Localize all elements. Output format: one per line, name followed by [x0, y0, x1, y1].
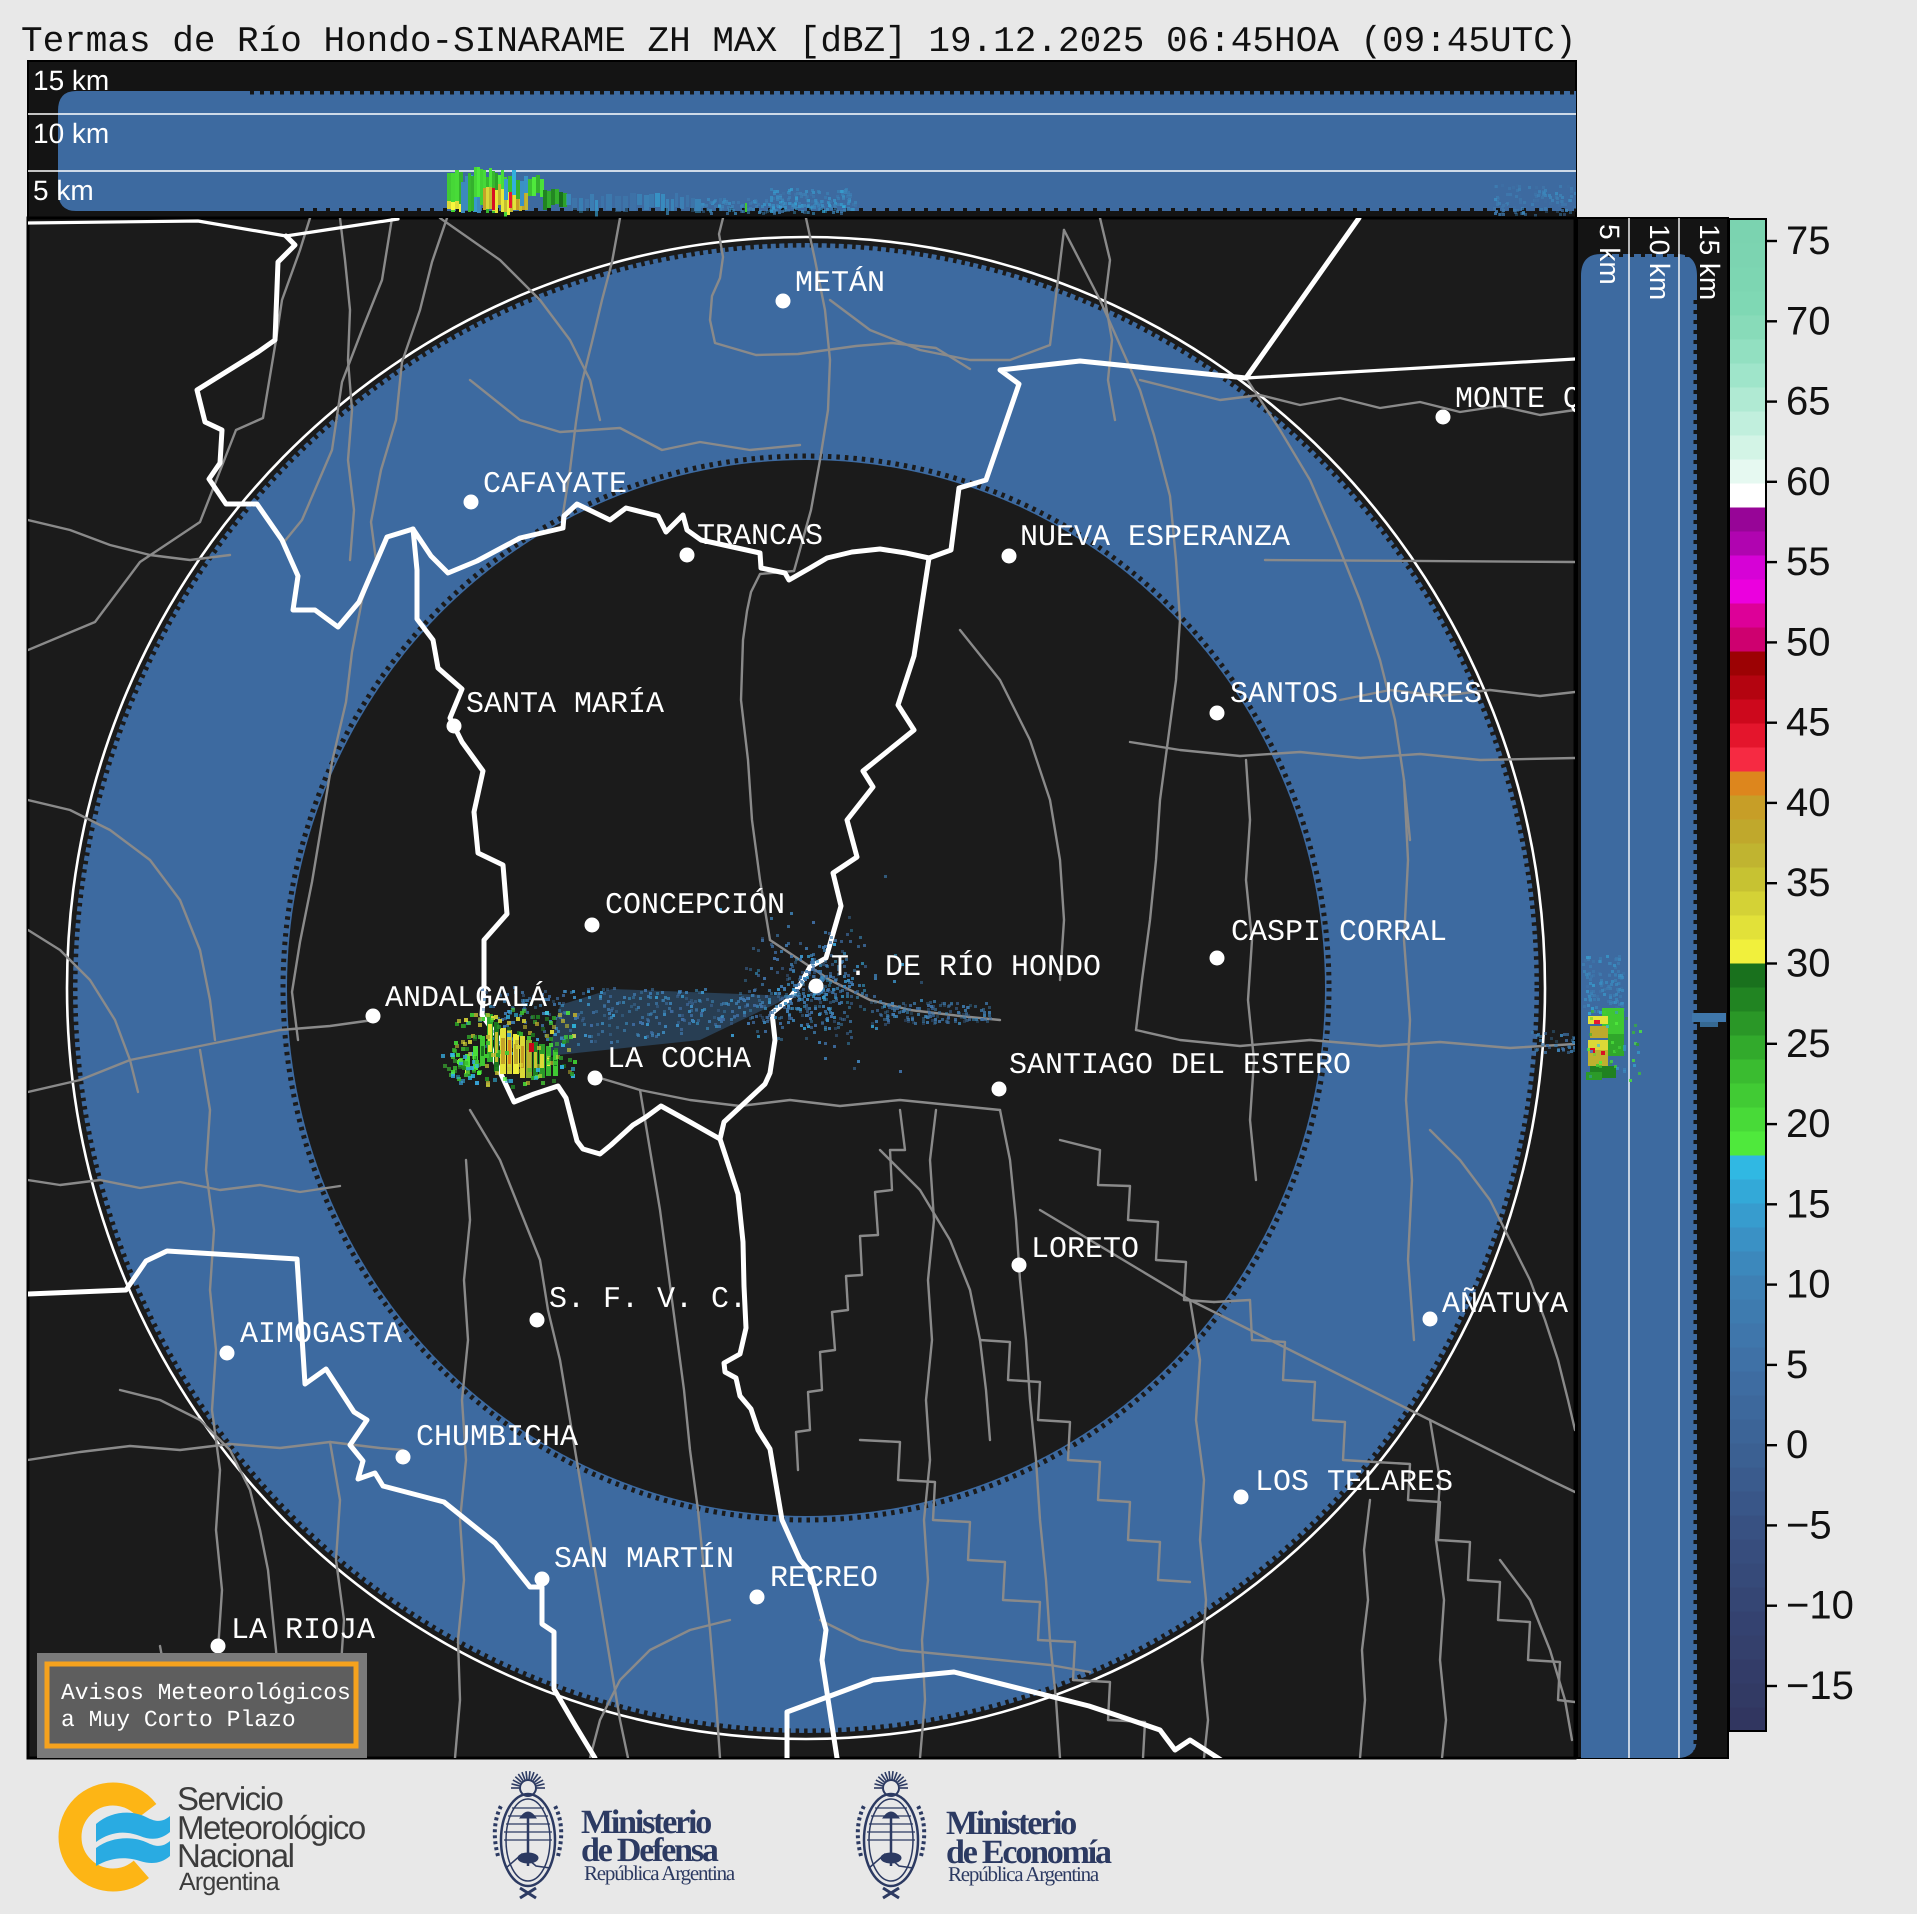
svg-text:CONCEPCIÓN: CONCEPCIÓN — [605, 888, 785, 923]
svg-text:10 km: 10 km — [33, 118, 109, 149]
svg-text:10: 10 — [1786, 1263, 1831, 1307]
svg-text:CHUMBICHA: CHUMBICHA — [416, 1421, 578, 1455]
svg-text:5 km: 5 km — [1594, 224, 1625, 285]
svg-text:−10: −10 — [1786, 1584, 1854, 1628]
svg-text:Avisos Meteorológicos: Avisos Meteorológicos — [61, 1680, 351, 1706]
svg-text:TRANCAS: TRANCAS — [697, 520, 823, 554]
svg-text:RECREO: RECREO — [770, 1562, 878, 1596]
svg-text:5: 5 — [1786, 1343, 1808, 1387]
svg-text:40: 40 — [1786, 781, 1831, 825]
svg-text:LA COCHA: LA COCHA — [607, 1043, 751, 1077]
svg-text:a Muy Corto Plazo: a Muy Corto Plazo — [61, 1707, 296, 1733]
svg-text:S. F. V. C.: S. F. V. C. — [549, 1283, 747, 1317]
svg-text:MONTE Q: MONTE Q — [1455, 383, 1581, 417]
svg-text:CASPI CORRAL: CASPI CORRAL — [1231, 916, 1447, 950]
svg-text:LORETO: LORETO — [1031, 1233, 1139, 1267]
svg-text:65: 65 — [1786, 380, 1831, 424]
svg-text:METÁN: METÁN — [795, 266, 885, 301]
svg-text:AIMOGASTA: AIMOGASTA — [240, 1318, 402, 1352]
svg-text:CAFAYATE: CAFAYATE — [483, 468, 627, 502]
svg-text:SANTA MARÍA: SANTA MARÍA — [466, 687, 664, 722]
svg-text:LA RIOJA: LA RIOJA — [231, 1614, 375, 1648]
svg-text:ANDALGALÁ: ANDALGALÁ — [385, 981, 547, 1016]
svg-text:Termas de Río Hondo-SINARAME Z: Termas de Río Hondo-SINARAME ZH MAX [dBZ… — [21, 21, 1576, 62]
svg-text:10 km: 10 km — [1644, 224, 1675, 300]
svg-text:0: 0 — [1786, 1423, 1808, 1467]
svg-text:LOS TELARES: LOS TELARES — [1255, 1466, 1453, 1500]
svg-text:SANTOS LUGARES: SANTOS LUGARES — [1230, 678, 1482, 712]
svg-text:15 km: 15 km — [1694, 224, 1725, 300]
svg-text:15 km: 15 km — [33, 65, 109, 96]
svg-text:20: 20 — [1786, 1102, 1831, 1146]
svg-text:NUEVA ESPERANZA: NUEVA ESPERANZA — [1020, 521, 1290, 555]
svg-text:T. DE RÍO HONDO: T. DE RÍO HONDO — [831, 950, 1101, 985]
svg-text:−15: −15 — [1786, 1664, 1854, 1708]
svg-text:AÑATUYA: AÑATUYA — [1442, 1287, 1568, 1322]
svg-text:50: 50 — [1786, 620, 1831, 664]
svg-text:30: 30 — [1786, 942, 1831, 986]
svg-text:70: 70 — [1786, 299, 1831, 343]
svg-text:25: 25 — [1786, 1022, 1831, 1066]
svg-text:45: 45 — [1786, 701, 1831, 745]
svg-text:SANTIAGO DEL ESTERO: SANTIAGO DEL ESTERO — [1009, 1049, 1351, 1083]
svg-text:−5: −5 — [1786, 1503, 1832, 1547]
svg-text:55: 55 — [1786, 540, 1831, 584]
svg-text:5 km: 5 km — [33, 175, 94, 206]
svg-text:SAN MARTÍN: SAN MARTÍN — [554, 1542, 734, 1577]
svg-text:República Argentina: República Argentina — [584, 1861, 736, 1885]
svg-text:35: 35 — [1786, 861, 1831, 905]
svg-text:15: 15 — [1786, 1182, 1831, 1226]
svg-text:República Argentina: República Argentina — [948, 1862, 1100, 1886]
svg-text:Argentina: Argentina — [179, 1868, 280, 1896]
svg-text:75: 75 — [1786, 219, 1831, 263]
svg-text:60: 60 — [1786, 460, 1831, 504]
